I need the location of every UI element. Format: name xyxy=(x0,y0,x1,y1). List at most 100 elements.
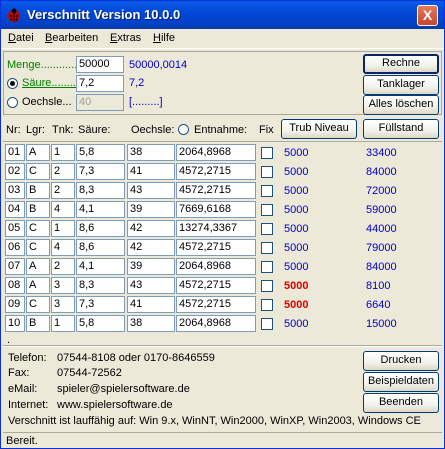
row-tnk-cell[interactable]: 1 xyxy=(51,315,75,332)
rechne-button[interactable]: Rechne xyxy=(363,54,439,74)
row-result: 84000 xyxy=(366,166,397,178)
entnahme-radio[interactable] xyxy=(178,124,189,135)
row-oechsle-cell[interactable]: 39 xyxy=(127,258,175,275)
trub-niveau-button[interactable]: Trub Niveau xyxy=(281,119,357,139)
row-lgr-cell[interactable]: C xyxy=(26,220,50,237)
fuellstand-button[interactable]: Füllstand xyxy=(363,119,439,139)
telefon-label: Telefon: xyxy=(8,352,47,364)
col-nr: Nr: xyxy=(6,124,21,136)
menu-hilfe[interactable]: Hilfe xyxy=(153,32,175,44)
close-icon[interactable]: X xyxy=(417,5,438,26)
row-tnk-cell[interactable]: 3 xyxy=(51,277,75,294)
row-tnk-cell[interactable]: 1 xyxy=(51,144,75,161)
row-saeure-cell[interactable]: 4,1 xyxy=(76,201,125,218)
row-saeure-cell[interactable]: 8,6 xyxy=(76,239,125,256)
row-nr-cell: 06 xyxy=(5,239,25,256)
row-saeure-cell[interactable]: 4,1 xyxy=(76,258,125,275)
fix-checkbox[interactable] xyxy=(261,147,273,159)
row-saeure-cell[interactable]: 7,3 xyxy=(76,296,125,313)
tanklager-button[interactable]: Tanklager xyxy=(363,75,439,95)
row-tnk-cell[interactable]: 3 xyxy=(51,296,75,313)
row-saeure-cell[interactable]: 5,8 xyxy=(76,144,125,161)
row-oechsle-cell[interactable]: 38 xyxy=(127,315,175,332)
menge-label: Menge............ xyxy=(7,59,78,71)
row-oechsle-cell[interactable]: 43 xyxy=(127,277,175,294)
drucken-button[interactable]: Drucken xyxy=(363,351,439,371)
internet-label: Internet: xyxy=(8,399,49,411)
row-entnahme-cell[interactable]: 2064,8968 xyxy=(176,144,256,161)
row-oechsle-cell[interactable]: 38 xyxy=(127,144,175,161)
row-tnk-cell[interactable]: 1 xyxy=(51,220,75,237)
fax-value: 07544-72562 xyxy=(57,367,122,379)
email-value[interactable]: spieler@spielersoftware.de xyxy=(57,383,190,395)
row-oechsle-cell[interactable]: 41 xyxy=(127,296,175,313)
row-entnahme-cell[interactable]: 4572,2715 xyxy=(176,239,256,256)
row-entnahme-cell[interactable]: 4572,2715 xyxy=(176,296,256,313)
row-oechsle-cell[interactable]: 42 xyxy=(127,239,175,256)
row-lgr-cell[interactable]: B xyxy=(26,315,50,332)
fix-checkbox[interactable] xyxy=(261,166,273,178)
row-lgr-cell[interactable]: C xyxy=(26,163,50,180)
saeure-input[interactable]: 7,2 xyxy=(76,75,124,92)
fix-checkbox[interactable] xyxy=(261,261,273,273)
row-oechsle-cell[interactable]: 42 xyxy=(127,220,175,237)
row-capacity: 5000 xyxy=(284,261,309,273)
row-result: 44000 xyxy=(366,223,397,235)
compat-text: Verschnitt ist lauffähig auf: Win 9.x, W… xyxy=(8,415,421,427)
oechsle-input[interactable]: 40 xyxy=(76,94,124,111)
saeure-label: Säure.......... xyxy=(22,77,82,89)
beispieldaten-button[interactable]: Beispieldaten xyxy=(363,372,439,392)
row-saeure-cell[interactable]: 7,3 xyxy=(76,163,125,180)
row-entnahme-cell[interactable]: 4572,2715 xyxy=(176,163,256,180)
row-lgr-cell[interactable]: A xyxy=(26,277,50,294)
row-entnahme-cell[interactable]: 2064,8968 xyxy=(176,258,256,275)
row-nr-cell: 07 xyxy=(5,258,25,275)
row-capacity: 5000 xyxy=(284,166,309,178)
menu-extras[interactable]: Extras xyxy=(110,32,141,44)
row-lgr-cell[interactable]: C xyxy=(26,239,50,256)
app-window: Verschnitt Version 10.0.0 X Datei Bearbe… xyxy=(0,0,445,449)
row-tnk-cell[interactable]: 4 xyxy=(51,201,75,218)
fix-checkbox[interactable] xyxy=(261,185,273,197)
saeure-radio[interactable] xyxy=(7,78,18,89)
fix-checkbox[interactable] xyxy=(261,223,273,235)
menu-datei[interactable]: Datei xyxy=(8,32,34,44)
row-entnahme-cell[interactable]: 4572,2715 xyxy=(176,182,256,199)
row-oechsle-cell[interactable]: 41 xyxy=(127,163,175,180)
row-saeure-cell[interactable]: 8,3 xyxy=(76,182,125,199)
row-tnk-cell[interactable]: 4 xyxy=(51,239,75,256)
row-lgr-cell[interactable]: A xyxy=(26,258,50,275)
beenden-button[interactable]: Beenden xyxy=(363,393,439,413)
row-nr-cell: 05 xyxy=(5,220,25,237)
row-entnahme-cell[interactable]: 13274,3367 xyxy=(176,220,256,237)
row-lgr-cell[interactable]: B xyxy=(26,182,50,199)
fix-checkbox[interactable] xyxy=(261,299,273,311)
menu-bar: Datei Bearbeiten Extras Hilfe xyxy=(1,29,444,49)
row-entnahme-cell[interactable]: 2064,8968 xyxy=(176,315,256,332)
fix-checkbox[interactable] xyxy=(261,318,273,330)
row-lgr-cell[interactable]: A xyxy=(26,144,50,161)
fix-checkbox[interactable] xyxy=(261,204,273,216)
row-saeure-cell[interactable]: 8,6 xyxy=(76,220,125,237)
fix-checkbox[interactable] xyxy=(261,280,273,292)
menu-bearbeiten[interactable]: Bearbeiten xyxy=(45,32,98,44)
row-tnk-cell[interactable]: 2 xyxy=(51,163,75,180)
row-saeure-cell[interactable]: 8,3 xyxy=(76,277,125,294)
title-bar: Verschnitt Version 10.0.0 X xyxy=(1,1,444,29)
row-lgr-cell[interactable]: C xyxy=(26,296,50,313)
row-tnk-cell[interactable]: 2 xyxy=(51,258,75,275)
row-tnk-cell[interactable]: 2 xyxy=(51,182,75,199)
row-lgr-cell[interactable]: B xyxy=(26,201,50,218)
row-entnahme-cell[interactable]: 7669,6168 xyxy=(176,201,256,218)
alles-loeschen-button[interactable]: Alles löschen xyxy=(363,95,439,115)
fix-checkbox[interactable] xyxy=(261,242,273,254)
row-entnahme-cell[interactable]: 4572,2715 xyxy=(176,277,256,294)
menge-input[interactable]: 50000 xyxy=(76,56,124,73)
status-bar: Bereit. xyxy=(3,432,442,448)
row-oechsle-cell[interactable]: 39 xyxy=(127,201,175,218)
row-oechsle-cell[interactable]: 43 xyxy=(127,182,175,199)
oechsle-radio[interactable] xyxy=(7,97,18,108)
col-saeure: Säure: xyxy=(78,124,111,136)
row-saeure-cell[interactable]: 5,8 xyxy=(76,315,125,332)
internet-value[interactable]: www.spielersoftware.de xyxy=(57,399,173,411)
